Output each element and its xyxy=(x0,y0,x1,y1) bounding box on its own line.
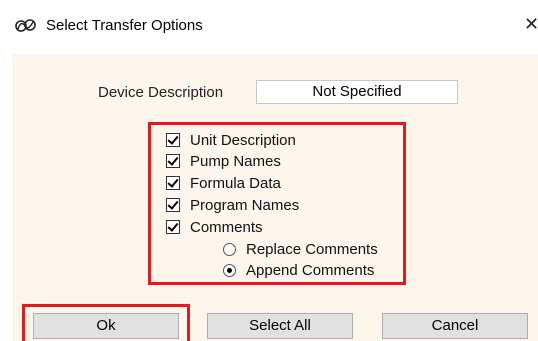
cancel-button[interactable]: Cancel xyxy=(382,313,528,339)
unit-description-label: Unit Description xyxy=(190,131,296,149)
device-description-label: Device Description xyxy=(98,84,224,101)
append-comments-radio[interactable] xyxy=(223,263,236,277)
device-description-field[interactable]: Not Specified xyxy=(256,80,458,104)
formula-data-checkbox[interactable] xyxy=(166,176,180,190)
program-names-checkbox[interactable] xyxy=(166,198,180,212)
option-program-names[interactable]: Program Names xyxy=(166,195,299,215)
pump-names-label: Pump Names xyxy=(190,152,281,170)
option-unit-description[interactable]: Unit Description xyxy=(166,130,296,150)
unit-description-checkbox[interactable] xyxy=(166,133,180,147)
program-names-label: Program Names xyxy=(190,196,300,214)
option-formula-data[interactable]: Formula Data xyxy=(166,173,281,193)
comments-checkbox[interactable] xyxy=(166,220,180,234)
window-title: Select Transfer Options xyxy=(46,17,203,34)
title-bar: Select Transfer Options ✕ xyxy=(0,0,538,54)
replace-comments-label: Replace Comments xyxy=(246,240,378,258)
pump-names-checkbox[interactable] xyxy=(166,154,180,168)
comments-label: Comments xyxy=(190,218,263,236)
formula-data-label: Formula Data xyxy=(190,174,281,192)
option-pump-names[interactable]: Pump Names xyxy=(166,151,281,171)
option-comments[interactable]: Comments xyxy=(166,217,263,237)
app-logo-icon xyxy=(15,18,37,34)
radio-replace-comments[interactable]: Replace Comments xyxy=(223,239,378,259)
replace-comments-radio[interactable] xyxy=(223,242,236,256)
ok-button[interactable]: Ok xyxy=(33,313,179,339)
close-icon[interactable]: ✕ xyxy=(524,14,538,35)
append-comments-label: Append Comments xyxy=(246,261,375,279)
select-all-button[interactable]: Select All xyxy=(207,313,353,339)
radio-append-comments[interactable]: Append Comments xyxy=(223,260,374,280)
